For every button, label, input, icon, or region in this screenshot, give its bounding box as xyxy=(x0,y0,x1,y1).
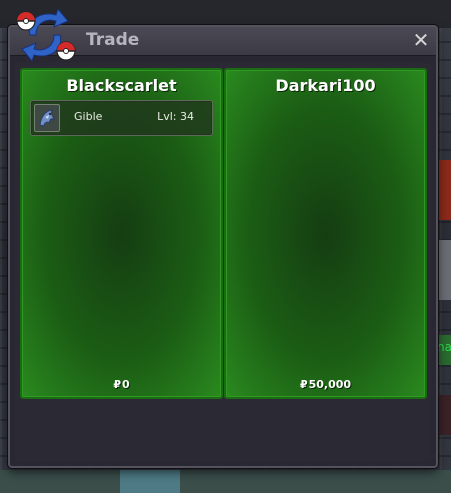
currency-icon: ₽ xyxy=(299,378,308,391)
right-player-name: Darkari100 xyxy=(275,76,376,95)
right-money-value: 50,000 xyxy=(308,378,352,391)
right-money: ₽50,000 xyxy=(226,378,425,391)
bg-dark-tile xyxy=(436,395,451,435)
bottom-blue-tile xyxy=(120,470,180,493)
item-name: Gible xyxy=(74,110,103,123)
trade-panel-right: Darkari100 ₽50,000 xyxy=(224,68,427,399)
bg-grey-tile xyxy=(436,240,451,300)
trade-window: Trade ✕ Blackscarlet Gible Lvl: 34 ₽0 Da… xyxy=(8,7,438,468)
currency-icon: ₽ xyxy=(113,378,121,391)
background-chat-text: na xyxy=(437,340,451,354)
item-level: Lvl: 34 xyxy=(157,110,194,123)
close-icon[interactable]: ✕ xyxy=(410,28,432,52)
trade-body: Blackscarlet Gible Lvl: 34 ₽0 Darkari100 xyxy=(15,63,431,461)
bg-red-tile xyxy=(436,160,451,220)
trade-item-slot[interactable]: Gible Lvl: 34 xyxy=(30,100,213,136)
left-player-name: Blackscarlet xyxy=(66,76,177,95)
left-money: ₽0 xyxy=(22,378,221,391)
gible-icon xyxy=(34,104,60,132)
bottom-strip xyxy=(0,470,451,493)
left-money-value: 0 xyxy=(122,378,130,391)
trade-panel-left: Blackscarlet Gible Lvl: 34 ₽0 xyxy=(20,68,223,399)
window-title: Trade xyxy=(86,30,140,50)
trade-pokeball-icon xyxy=(16,7,76,63)
